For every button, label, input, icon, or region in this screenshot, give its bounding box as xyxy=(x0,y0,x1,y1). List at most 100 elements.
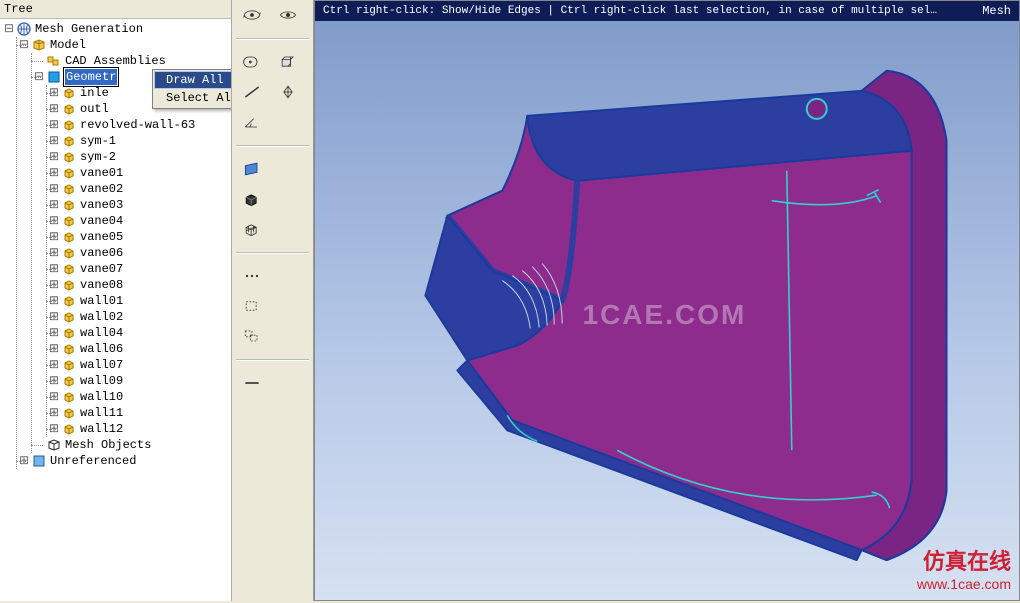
twisty-icon[interactable]: ⊞ xyxy=(47,229,61,245)
twisty-icon[interactable]: ⊞ xyxy=(47,245,61,261)
tree-item[interactable]: ⊞ revolved-wall-63 xyxy=(47,117,231,133)
tree-item[interactable]: ⊞ vane03 xyxy=(47,197,231,213)
tree-root-label[interactable]: Mesh Generation xyxy=(34,21,144,37)
body-icon[interactable] xyxy=(276,51,300,73)
twisty-icon[interactable]: ⊞ xyxy=(47,341,61,357)
tree-item-label[interactable]: wall12 xyxy=(79,421,124,437)
twisty-icon[interactable]: ⊞ xyxy=(47,373,61,389)
twisty-icon[interactable]: ⊞ xyxy=(47,197,61,213)
tree-item-label[interactable]: vane05 xyxy=(79,229,124,245)
tree-item-label[interactable]: sym-1 xyxy=(79,133,117,149)
context-menu-item[interactable]: Draw All xyxy=(154,71,231,89)
twisty-icon[interactable]: ⊞ xyxy=(47,181,61,197)
tree-item[interactable]: ⊞ vane04 xyxy=(47,213,231,229)
tree-item[interactable]: ⊞ wall09 xyxy=(47,373,231,389)
tree-item-label[interactable]: wall06 xyxy=(79,341,124,357)
part-icon xyxy=(61,102,77,117)
tree-item[interactable]: ⊞ sym-1 xyxy=(47,133,231,149)
point-icon[interactable] xyxy=(240,51,264,73)
tree-item[interactable]: ⊞ vane01 xyxy=(47,165,231,181)
tree-item-label[interactable]: revolved-wall-63 xyxy=(79,117,196,133)
twisty-icon[interactable]: ⊞ xyxy=(47,309,61,325)
tree-item-label[interactable]: vane03 xyxy=(79,197,124,213)
tree-model-label[interactable]: Model xyxy=(49,37,87,53)
tree-item[interactable]: ⊞ wall07 xyxy=(47,357,231,373)
tree-item[interactable]: ⊞ vane06 xyxy=(47,245,231,261)
twisty-icon[interactable]: ⊞ xyxy=(17,453,31,469)
tree-cad-label[interactable]: CAD Assemblies xyxy=(64,53,167,69)
tree-item[interactable]: ⊞ vane07 xyxy=(47,261,231,277)
twisty-icon[interactable]: ⊟ xyxy=(2,21,16,37)
twisty-icon[interactable]: ⊞ xyxy=(47,149,61,165)
tree-item-label[interactable]: wall10 xyxy=(79,389,124,405)
tree-item[interactable]: ⊞ vane02 xyxy=(47,181,231,197)
model-icon xyxy=(31,38,47,53)
tree-item-label[interactable]: wall11 xyxy=(79,405,124,421)
tree-item-label[interactable]: wall09 xyxy=(79,373,124,389)
tree-item-label[interactable]: outl xyxy=(79,101,110,117)
tree-item[interactable]: ⊞ wall12 xyxy=(47,421,231,437)
tree-body[interactable]: ⊟ Mesh Generation ⊟ Model CAD As xyxy=(0,19,231,601)
twisty-icon[interactable]: ⊟ xyxy=(17,37,31,53)
viewport[interactable]: Ctrl right-click: Show/Hide Edges | Ctrl… xyxy=(314,0,1020,601)
tree-item[interactable]: ⊞ wall01 xyxy=(47,293,231,309)
twisty-icon[interactable]: ⊞ xyxy=(47,277,61,293)
part-icon xyxy=(61,246,77,261)
twisty-icon[interactable]: ⊟ xyxy=(32,69,46,85)
tree-item-label[interactable]: inle xyxy=(79,85,110,101)
twisty-icon[interactable]: ⊞ xyxy=(47,405,61,421)
twisty-icon[interactable]: ⊞ xyxy=(47,261,61,277)
edge-icon[interactable] xyxy=(240,81,264,103)
twisty-icon[interactable]: ⊞ xyxy=(47,117,61,133)
tree-item-label[interactable]: sym-2 xyxy=(79,149,117,165)
tree-item-label[interactable]: vane01 xyxy=(79,165,124,181)
twisty-icon[interactable]: ⊞ xyxy=(47,293,61,309)
mesh-icon[interactable] xyxy=(240,218,264,240)
twisty-icon[interactable]: ⊞ xyxy=(47,213,61,229)
select-box2-icon[interactable] xyxy=(240,325,264,347)
part-icon xyxy=(61,310,77,325)
twisty-icon[interactable]: ⊞ xyxy=(47,133,61,149)
twisty-icon[interactable]: ⊞ xyxy=(47,101,61,117)
twisty-icon[interactable]: ⊞ xyxy=(47,165,61,181)
tree-meshobj-label[interactable]: Mesh Objects xyxy=(64,437,152,453)
tree-unreferenced-label[interactable]: Unreferenced xyxy=(49,453,137,469)
tree-item[interactable]: ⊞ wall10 xyxy=(47,389,231,405)
twisty-icon[interactable]: ⊞ xyxy=(47,389,61,405)
nodes-icon[interactable] xyxy=(240,265,264,287)
twisty-icon[interactable]: ⊞ xyxy=(47,421,61,437)
tree-item-label[interactable]: vane02 xyxy=(79,181,124,197)
tree-item[interactable]: ⊞ wall04 xyxy=(47,325,231,341)
tree-item-label[interactable]: wall07 xyxy=(79,357,124,373)
tree-item-label[interactable]: vane06 xyxy=(79,245,124,261)
surface-icon[interactable] xyxy=(240,158,264,180)
tree-item[interactable]: ⊞ vane08 xyxy=(47,277,231,293)
tree-item-label[interactable]: wall04 xyxy=(79,325,124,341)
tree-item[interactable]: ⊞ wall02 xyxy=(47,309,231,325)
twisty-icon[interactable]: ⊞ xyxy=(47,357,61,373)
eye-icon[interactable] xyxy=(276,4,300,26)
tree-item[interactable]: ⊞ sym-2 xyxy=(47,149,231,165)
tree-item-label[interactable]: vane07 xyxy=(79,261,124,277)
twisty-icon[interactable]: ⊞ xyxy=(47,325,61,341)
tree-item-label[interactable]: wall02 xyxy=(79,309,124,325)
tree-item[interactable]: ⊞ vane05 xyxy=(47,229,231,245)
context-menu-item[interactable]: Select All xyxy=(154,89,231,107)
tree-item-label[interactable]: vane04 xyxy=(79,213,124,229)
tree-item[interactable]: ⊞ wall11 xyxy=(47,405,231,421)
twisty-icon xyxy=(32,53,46,69)
select-box-icon[interactable] xyxy=(240,295,264,317)
drag-icon[interactable] xyxy=(240,372,264,394)
tree-geometry-label[interactable]: Geometr xyxy=(64,68,118,86)
context-menu[interactable]: Draw AllSelect All xyxy=(152,69,231,109)
volume-icon[interactable] xyxy=(240,188,264,210)
part-icon xyxy=(61,86,77,101)
tree-item[interactable]: ⊞ wall06 xyxy=(47,341,231,357)
twisty-icon[interactable]: ⊞ xyxy=(47,85,61,101)
tree-item-label[interactable]: vane08 xyxy=(79,277,124,293)
angle-icon[interactable] xyxy=(240,111,264,133)
model-3d[interactable]: 1CAE.COM 仿真在线 www.1cae.com xyxy=(315,21,1019,600)
orbit-icon[interactable] xyxy=(240,4,264,26)
tree-item-label[interactable]: wall01 xyxy=(79,293,124,309)
crosshair-icon[interactable] xyxy=(276,81,300,103)
